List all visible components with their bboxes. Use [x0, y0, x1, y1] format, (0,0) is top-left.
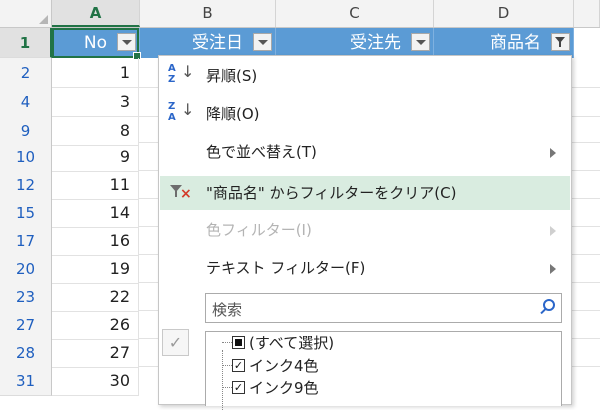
- submenu-arrow-icon: [550, 226, 556, 236]
- header-cell-order-date[interactable]: 受注日: [140, 28, 276, 58]
- search-handle: [540, 307, 547, 315]
- tree-connector: [222, 365, 232, 366]
- row-header[interactable]: 23: [0, 282, 52, 312]
- menu-item-sort-descending[interactable]: Z A ↓ 降順(O): [160, 97, 570, 131]
- table-cell[interactable]: 3: [52, 87, 139, 117]
- table-cell[interactable]: 26: [52, 310, 139, 340]
- menu-item-label: "商品名" からフィルターをクリア(C): [206, 184, 457, 202]
- column-header-d[interactable]: D: [434, 0, 574, 27]
- column-header-b[interactable]: B: [140, 0, 276, 27]
- row-header[interactable]: 20: [0, 254, 52, 284]
- filter-dropdown-button[interactable]: [411, 33, 430, 51]
- header-cell-product[interactable]: 商品名: [434, 28, 574, 58]
- sort-a-z-icon: A Z ↓: [168, 62, 195, 85]
- funnel-stem: [559, 42, 561, 47]
- menu-item-label: 色で並べ替え(T): [206, 143, 317, 161]
- search-placeholder: 検索: [212, 301, 243, 319]
- clear-filter-icon: ×: [170, 185, 192, 203]
- chevron-down-icon: [258, 40, 268, 45]
- row-header[interactable]: 28: [0, 338, 52, 368]
- row-header[interactable]: 12: [0, 170, 52, 200]
- header-product-label: 商品名: [490, 33, 541, 53]
- active-cell-selection: [52, 28, 141, 60]
- select-all-label: (すべて選択): [249, 334, 335, 352]
- tree-connector: [222, 342, 232, 343]
- table-cell[interactable]: 11: [52, 170, 139, 200]
- row-header[interactable]: 10: [0, 142, 52, 172]
- menu-item-label: 色フィルター(I): [206, 221, 312, 239]
- partial-checkbox-icon: [232, 336, 245, 349]
- submenu-arrow-icon: [550, 264, 556, 274]
- filter-value-label: インク9色: [249, 379, 319, 397]
- menu-item-text-filter[interactable]: テキスト フィルター(F): [160, 251, 570, 285]
- corner-triangle-icon: [39, 15, 48, 24]
- row-header[interactable]: 4: [0, 87, 52, 117]
- column-header-a[interactable]: A: [52, 0, 140, 27]
- checked-checkbox-icon: ✓: [232, 359, 245, 372]
- table-cell[interactable]: 27: [52, 338, 139, 368]
- table-cell[interactable]: 22: [52, 282, 139, 312]
- column-header-e[interactable]: [574, 0, 600, 27]
- table-cell[interactable]: 30: [52, 366, 139, 396]
- checked-checkbox-icon: ✓: [232, 381, 245, 394]
- row-header[interactable]: 2: [0, 58, 52, 88]
- row-header[interactable]: 1: [0, 28, 52, 58]
- filter-value-list: (すべて選択) ✓ インク4色 ✓ インク9色: [205, 331, 562, 410]
- tree-connector: [222, 350, 223, 410]
- sort-z-a-icon: Z A ↓: [168, 100, 195, 123]
- search-icon[interactable]: [539, 299, 555, 315]
- chevron-down-icon: [416, 40, 426, 45]
- filter-menu: A Z ↓ 昇順(S) Z A ↓ 降順(O) 色で並べ替え(T) × "商品名" から…: [158, 55, 572, 410]
- menu-item-clear-filter[interactable]: × "商品名" からフィルターをクリア(C): [160, 176, 570, 210]
- menu-item-label: テキスト フィルター(F): [206, 259, 366, 277]
- header-cell-customer[interactable]: 受注先: [276, 28, 434, 58]
- filter-active-button[interactable]: [551, 33, 570, 51]
- row-header[interactable]: 27: [0, 310, 52, 340]
- select-all-corner[interactable]: [0, 0, 52, 27]
- menu-item-label: 昇順(S): [206, 67, 258, 85]
- row-header[interactable]: 31: [0, 366, 52, 396]
- search-input[interactable]: 検索: [205, 293, 562, 323]
- filter-dropdown-button[interactable]: [253, 33, 272, 51]
- red-x-mark: ×: [180, 186, 192, 202]
- tree-connector: [222, 387, 232, 388]
- row-header[interactable]: 15: [0, 198, 52, 228]
- submenu-arrow-icon: [550, 148, 556, 158]
- funnel-stem: [175, 191, 177, 197]
- header-customer-label: 受注先: [350, 33, 401, 53]
- checkmark-icon: ✓: [162, 329, 189, 356]
- table-cell[interactable]: 16: [52, 226, 139, 256]
- menu-item-label: 降順(O): [206, 105, 260, 123]
- table-cell[interactable]: 19: [52, 254, 139, 284]
- header-order-date-label: 受注日: [192, 33, 243, 53]
- table-cell[interactable]: 14: [52, 198, 139, 228]
- table-cell[interactable]: 1: [52, 58, 139, 88]
- menu-item-sort-by-color[interactable]: 色で並べ替え(T): [160, 135, 570, 169]
- menu-item-color-filter: 色フィルター(I): [160, 213, 570, 247]
- menu-item-sort-ascending[interactable]: A Z ↓ 昇順(S): [160, 59, 570, 93]
- table-cell[interactable]: 9: [52, 142, 139, 172]
- filter-value-label: インク4色: [249, 357, 319, 375]
- row-header[interactable]: 17: [0, 226, 52, 256]
- column-header-c[interactable]: C: [276, 0, 434, 27]
